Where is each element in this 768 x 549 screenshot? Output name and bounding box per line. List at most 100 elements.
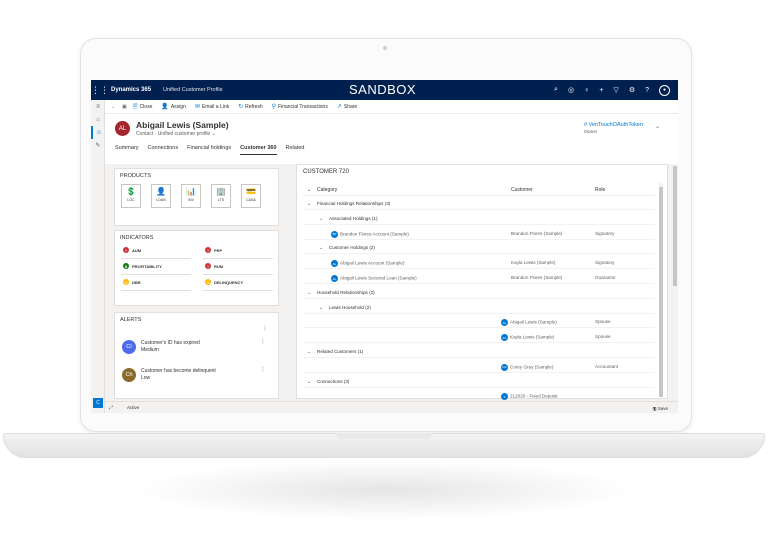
form-selector[interactable]: Unified customer profile (158, 131, 211, 137)
tab-summary[interactable]: Summary (115, 145, 139, 155)
chevron-down-icon[interactable]: ⌄ (307, 290, 311, 296)
user-icon[interactable]: ● (659, 84, 670, 96)
customer-name: Abigail Lewis (Sample) (510, 320, 557, 326)
column-category[interactable]: Category (317, 187, 337, 193)
table-row[interactable]: BF Brandon Flores Account (Sample) Brandon… (303, 228, 655, 240)
owner-value[interactable]: # VenTouchOAuthToken (584, 122, 643, 128)
customer-cell[interactable]: Brandon Flores (Sample) (511, 275, 562, 280)
customer-cell[interactable]: KL Kayla Lewis (Sample) (501, 334, 554, 342)
category-cell[interactable]: AL Abigail Lewis Secured Loan (Sample) (331, 275, 417, 282)
more-options-icon[interactable]: ⋮ (260, 366, 266, 373)
customer-badge: AL (501, 319, 508, 327)
customer-cell[interactable]: Kayla Lewis (Sample) (511, 260, 555, 265)
target-icon[interactable]: ◎ (568, 86, 574, 94)
page-icon[interactable]: ▣ (122, 104, 127, 110)
more-options-icon[interactable]: ⋮ (262, 325, 268, 332)
grid-scroll-thumb[interactable] (659, 187, 663, 397)
expand-icon[interactable]: ⤢ (109, 405, 113, 411)
table-row[interactable]: ⌄ Connections (3) (303, 376, 655, 388)
role-cell: Guarantor (595, 275, 616, 280)
gear-icon[interactable]: ⚙ (629, 86, 635, 94)
search-icon[interactable]: ⌕ (554, 86, 558, 94)
product-casa[interactable]: 💳 CASA (241, 184, 261, 208)
table-row[interactable]: AL Abigail Lewis Account (Sample) Kayla Le… (303, 257, 655, 270)
close-button[interactable]: 🗎 Close (133, 102, 153, 112)
plus-icon[interactable]: + (599, 87, 603, 94)
product-loc[interactable]: 💲 LOC (121, 184, 141, 208)
chevron-down-icon[interactable]: ⌄ (307, 379, 311, 385)
assign-button[interactable]: 👤 Assign (161, 103, 186, 111)
status-bar: ⤢ Active 🖫 Save (105, 401, 678, 413)
save-button[interactable]: 🖫 Save (653, 405, 668, 413)
product-inv[interactable]: 📊 INV (181, 184, 201, 208)
refresh-button[interactable]: ↻ Refresh (238, 103, 263, 111)
grid-scrollbar[interactable] (659, 183, 663, 397)
product-label: CASA (246, 198, 256, 202)
back-button[interactable]: ← (111, 104, 116, 110)
table-row[interactable]: AL Abigail Lewis Secured Loan (Sample) Bra… (303, 272, 655, 284)
table-row[interactable]: KL Kayla Lewis (Sample) Spouse (303, 331, 655, 344)
tab-customer-360[interactable]: Customer 360 (240, 145, 277, 155)
owner-label: Owner (583, 129, 598, 134)
waffle-icon[interactable]: ⋮⋮ (91, 80, 109, 100)
product-label: LTS (217, 198, 225, 202)
help-icon[interactable]: ? (645, 87, 649, 94)
tab-connections[interactable]: Connections (148, 145, 179, 155)
table-row[interactable]: AL Abigail Lewis (Sample) Spouse (303, 316, 655, 329)
contact-icon[interactable]: ☺ (91, 126, 105, 139)
record-status: Active (127, 405, 140, 410)
category-cell[interactable]: AL Abigail Lewis Account (Sample) (331, 260, 404, 268)
brand-name[interactable]: Dynamics 365 (111, 87, 151, 93)
alert-item[interactable]: CI Customer's ID has expired Medium (122, 340, 200, 354)
chevron-down-icon[interactable]: ⌄ (319, 245, 323, 251)
customer-cell[interactable]: AL Abigail Lewis (Sample) (501, 319, 557, 327)
table-row[interactable]: ⌄ Household Relationships (2) (303, 287, 655, 299)
table-row[interactable]: CG Corey Gray (Sample) Accountant (303, 361, 655, 373)
tab-financial-holdings[interactable]: Financial holdings (187, 145, 231, 155)
chevron-down-icon[interactable]: ⌄ (307, 201, 311, 207)
table-row[interactable]: ⌄ Financial Holdings Relationships (3) (303, 198, 655, 210)
page-scroll-thumb[interactable] (673, 166, 677, 286)
divider (203, 274, 273, 275)
table-row[interactable]: ⌄ Customer Holdings (2) (303, 242, 655, 255)
product-loan[interactable]: 👤 LOAN (151, 184, 171, 208)
indicator-label: PROFITABILITY (132, 263, 162, 269)
email-link-button[interactable]: ✉ Email a Link (195, 103, 229, 111)
financial-transactions-button[interactable]: ⚲ Financial Transactions (272, 103, 328, 111)
chevron-down-icon[interactable]: ⌄ (319, 305, 323, 311)
pencil-icon[interactable]: ✎ (91, 139, 105, 152)
collapse-all-icon[interactable]: ⌄ (307, 187, 311, 193)
filter-icon[interactable]: ▽ (613, 86, 618, 94)
chevron-down-icon[interactable]: ⌄ (307, 349, 311, 355)
indicator-label: PEP (214, 247, 223, 253)
chevron-down-icon[interactable]: ⌄ (319, 216, 323, 222)
lightbulb-icon[interactable]: ♀ (584, 87, 589, 94)
avatar: Ch (122, 368, 136, 382)
indicators-title: INDICATORS (120, 235, 154, 241)
more-options-icon[interactable]: ⋮ (260, 338, 266, 345)
save-label: Save (657, 406, 668, 411)
hamburger-icon[interactable]: ≡ (91, 100, 105, 113)
alert-item[interactable]: Ch Customer has become delinquent Low (122, 368, 216, 382)
tab-related[interactable]: Related (286, 145, 305, 155)
column-role[interactable]: Role (595, 187, 605, 193)
column-customer[interactable]: Customer (511, 187, 533, 193)
left-c-button[interactable]: C (93, 398, 103, 408)
customer-cell[interactable]: CG Corey Gray (Sample) (501, 363, 553, 371)
table-row[interactable]: ⌄ Lewis Household (2) (303, 302, 655, 314)
share-button[interactable]: ↗ Share (337, 103, 357, 111)
page-scrollbar[interactable] (672, 164, 678, 401)
customer-cell[interactable]: 2 212020 - Fixed Deposit (501, 393, 558, 401)
app-name[interactable]: Unified Customer Profile (163, 87, 223, 93)
warning-icon: ⚠ (205, 279, 211, 285)
divider (121, 274, 191, 275)
customer-cell[interactable]: Brandon Flores (Sample) (511, 231, 562, 236)
table-row[interactable]: ⌄ Associated Holdings (1) (303, 213, 655, 225)
product-lts[interactable]: 🏢 LTS (211, 184, 231, 208)
chevron-down-icon[interactable]: ⌄ (212, 131, 216, 137)
expand-header-icon[interactable]: ⌄ (655, 123, 660, 130)
category-cell[interactable]: BF Brandon Flores Account (Sample) (331, 230, 409, 238)
home-icon[interactable]: ⌂ (91, 113, 105, 126)
table-row[interactable]: ⌄ Related Customers (1) (303, 346, 655, 358)
alert-text: Customer's ID has expired Medium (141, 340, 200, 354)
